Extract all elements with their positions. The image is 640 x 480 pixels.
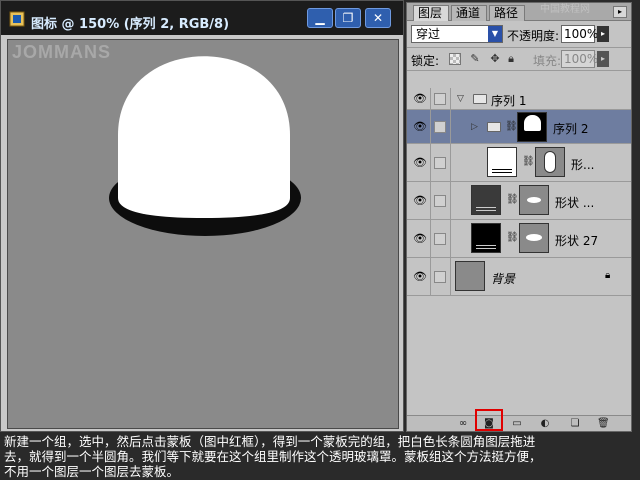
blend-mode-select[interactable]: 穿过 ▼ bbox=[411, 25, 503, 43]
expand-triangle-icon[interactable]: ▽ bbox=[457, 94, 464, 104]
fill-label: 填充: bbox=[533, 54, 562, 68]
layer-row-shape-1[interactable]: 👁︎ ⛓ 形... bbox=[407, 144, 631, 182]
visibility-toggle[interactable]: 👁︎ bbox=[409, 110, 431, 143]
lock-label: 锁定: bbox=[411, 54, 440, 68]
link-layers-icon[interactable]: ∞ bbox=[457, 418, 469, 430]
layer-name: 形... bbox=[571, 158, 595, 172]
new-group-icon[interactable]: ▭ bbox=[511, 418, 523, 430]
layer-thumbnail[interactable] bbox=[471, 185, 501, 215]
link-cell[interactable] bbox=[431, 88, 451, 109]
close-button[interactable]: ✕ bbox=[365, 8, 391, 28]
document-canvas[interactable]: JOMMANS bbox=[7, 39, 399, 429]
trash-icon[interactable]: 🗑︎ bbox=[597, 418, 610, 430]
panel-tabs: 图层 通道 路径 ▸ bbox=[407, 3, 631, 21]
vector-mask-thumbnail[interactable] bbox=[519, 223, 549, 253]
layer-name: 序列 2 bbox=[553, 122, 589, 136]
blend-mode-value: 穿过 bbox=[416, 27, 441, 41]
adjustment-layer-icon[interactable]: ◐ bbox=[539, 418, 551, 430]
eye-icon: 👁︎ bbox=[413, 92, 427, 105]
dome-glass-shape bbox=[118, 56, 290, 218]
eye-icon: 👁︎ bbox=[413, 194, 427, 207]
panel-bottom-toolbar: ∞ ◙ ▭ ◐ ❏ 🗑︎ bbox=[407, 409, 631, 431]
link-cell[interactable] bbox=[431, 258, 451, 295]
fill-input[interactable]: 100% bbox=[561, 50, 598, 68]
folder-icon bbox=[473, 94, 487, 104]
eye-icon: 👁︎ bbox=[413, 232, 427, 245]
site-watermark: 中国教程网 bbox=[540, 4, 590, 15]
chain-link-icon: ⛓ bbox=[506, 232, 519, 243]
layers-panel: 图层 通道 路径 ▸ 穿过 ▼ 不透明度: 100% ▸ 锁定: ✎ ✥ 🔒︎ … bbox=[406, 2, 632, 432]
dropdown-arrow-icon[interactable]: ▼ bbox=[488, 26, 502, 42]
layer-row-shape-2[interactable]: 👁︎ ⛓ 形状 ... bbox=[407, 182, 631, 220]
layer-row-group-1[interactable]: 👁︎ ▽ 序列 1 bbox=[407, 88, 631, 110]
layer-name: 形状 ... bbox=[555, 196, 595, 210]
chain-link-icon: ⛓ bbox=[506, 194, 519, 205]
vector-mask-thumbnail[interactable] bbox=[535, 147, 565, 177]
canvas-artwork: JOMMANS bbox=[12, 42, 301, 236]
tab-channels[interactable]: 通道 bbox=[451, 5, 487, 21]
photoshop-doc-icon bbox=[9, 11, 25, 27]
caption-line-3: 不用一个图层一个图层去蒙板。 bbox=[4, 464, 180, 479]
layers-list: 👁︎ ▽ 序列 1 👁︎ ▷ ⛓ 序列 2 👁︎ ⛓ 形... 👁︎ ⛓ 形状 … bbox=[407, 88, 631, 298]
layer-thumbnail[interactable] bbox=[455, 261, 485, 291]
link-cell[interactable] bbox=[431, 110, 451, 143]
visibility-toggle[interactable]: 👁︎ bbox=[409, 182, 431, 219]
folder-icon bbox=[487, 122, 501, 132]
chain-link-icon: ⛓ bbox=[522, 156, 535, 167]
lock-image-icon[interactable]: ✎ bbox=[469, 53, 481, 65]
layer-name: 形状 27 bbox=[555, 234, 599, 248]
new-layer-icon[interactable]: ❏ bbox=[569, 418, 581, 430]
group-mask-thumbnail[interactable] bbox=[517, 112, 547, 142]
layer-thumbnail[interactable] bbox=[471, 223, 501, 253]
chain-link-icon: ⛓ bbox=[505, 121, 518, 132]
opacity-input[interactable]: 100% bbox=[561, 25, 598, 43]
vector-mask-thumbnail[interactable] bbox=[519, 185, 549, 215]
eye-icon: 👁︎ bbox=[413, 270, 427, 283]
tab-layers[interactable]: 图层 bbox=[413, 5, 449, 21]
opacity-slider-arrow-icon[interactable]: ▸ bbox=[597, 26, 609, 42]
link-cell[interactable] bbox=[431, 220, 451, 257]
caption-line-1: 新建一个组，选中，然后点击蒙板（图中红框），得到一个蒙板完的组，把白色长条圆角图… bbox=[4, 434, 536, 449]
lock-position-icon[interactable]: ✥ bbox=[489, 53, 501, 65]
tutorial-caption: 新建一个组，选中，然后点击蒙板（图中红框），得到一个蒙板完的组，把白色长条圆角图… bbox=[4, 434, 636, 479]
link-cell[interactable] bbox=[431, 182, 451, 219]
layer-name: 序列 1 bbox=[491, 94, 527, 108]
opacity-label: 不透明度: bbox=[507, 29, 560, 43]
fill-slider-arrow-icon[interactable]: ▸ bbox=[597, 51, 609, 67]
visibility-toggle[interactable]: 👁︎ bbox=[409, 144, 431, 181]
document-titlebar[interactable]: 图标 @ 150% (序列 2, RGB/8) ▁ ❐ ✕ bbox=[1, 1, 403, 35]
layer-name: 背景 bbox=[491, 272, 516, 286]
layer-row-shape-27[interactable]: 👁︎ ⛓ 形状 27 bbox=[407, 220, 631, 258]
layer-row-group-2[interactable]: 👁︎ ▷ ⛓ 序列 2 bbox=[407, 110, 631, 144]
minimize-button[interactable]: ▁ bbox=[307, 8, 333, 28]
visibility-toggle[interactable]: 👁︎ bbox=[409, 88, 431, 109]
lock-all-icon[interactable]: 🔒︎ bbox=[505, 53, 517, 65]
panel-menu-arrow-icon[interactable]: ▸ bbox=[613, 6, 627, 18]
caption-line-2: 去，就得到一个半圆角。我们等下就要在这个组里制作这个透明玻璃罩。蒙板组这个方法挺… bbox=[4, 449, 542, 464]
document-window: 图标 @ 150% (序列 2, RGB/8) ▁ ❐ ✕ JOMMANS bbox=[0, 0, 404, 432]
visibility-toggle[interactable]: 👁︎ bbox=[409, 220, 431, 257]
lock-transparency-icon[interactable] bbox=[449, 53, 461, 65]
canvas-watermark: JOMMANS bbox=[12, 42, 111, 62]
collapse-triangle-icon[interactable]: ▷ bbox=[471, 122, 478, 132]
layer-thumbnail[interactable] bbox=[487, 147, 517, 177]
document-title: 图标 @ 150% (序列 2, RGB/8) bbox=[31, 17, 230, 32]
layer-row-background[interactable]: 👁︎ 背景 🔒︎ bbox=[407, 258, 631, 296]
lock-icon: 🔒︎ bbox=[605, 270, 611, 281]
add-layer-mask-icon[interactable]: ◙ bbox=[483, 418, 495, 430]
lock-row: 锁定: ✎ ✥ 🔒︎ 填充: 100% ▸ bbox=[407, 47, 631, 71]
eye-icon: 👁︎ bbox=[413, 120, 427, 133]
link-cell[interactable] bbox=[431, 144, 451, 181]
eye-icon: 👁︎ bbox=[413, 156, 427, 169]
maximize-button[interactable]: ❐ bbox=[335, 8, 361, 28]
tab-paths[interactable]: 路径 bbox=[489, 5, 525, 21]
visibility-toggle[interactable]: 👁︎ bbox=[409, 258, 431, 295]
